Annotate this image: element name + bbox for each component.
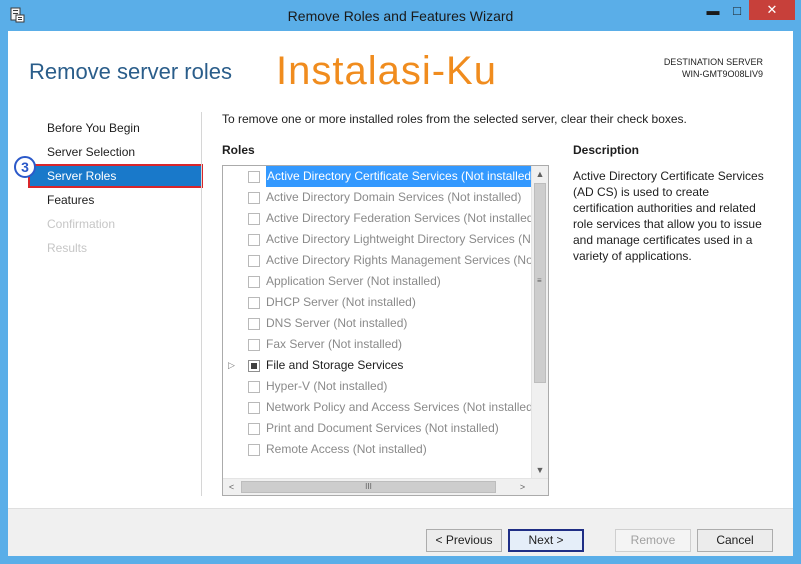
role-label: Remote Access (Not installed) [266,442,427,456]
page-title: Remove server roles [29,59,232,84]
wizard-client-area: Remove server roles Instalasi-Ku DESTINA… [8,31,793,556]
role-row[interactable]: Print and Document Services (Not install… [223,418,533,439]
role-row[interactable]: Active Directory Domain Services (Not in… [223,187,533,208]
role-checkbox [248,255,260,267]
description-heading: Description [573,143,640,157]
wizard-nav: Before You Begin Server Selection Server… [14,116,203,260]
role-checkbox [248,234,260,246]
window-title: Remove Roles and Features Wizard [287,8,514,24]
role-label: Fax Server (Not installed) [266,337,403,351]
vertical-scrollbar[interactable]: ▲ ≡ ▼ [531,166,548,479]
previous-button[interactable]: < Previous [426,529,502,552]
nav-item-results: Results [47,241,88,255]
cancel-button[interactable]: Cancel [697,529,773,552]
nav-item-confirmation: Confirmation [47,217,116,231]
nav-divider [201,112,202,496]
title-bar[interactable]: Remove Roles and Features Wizard ▬ □ ✕ [0,0,801,31]
role-row[interactable]: Active Directory Federation Services (No… [223,208,533,229]
role-checkbox [248,318,260,330]
role-checkbox [248,297,260,309]
roles-heading: Roles [222,143,255,157]
role-checkbox[interactable] [248,360,260,372]
scroll-right-icon[interactable]: > [514,479,531,495]
role-label: DHCP Server (Not installed) [266,295,416,309]
role-label: Hyper-V (Not installed) [266,379,388,393]
wizard-window: Remove Roles and Features Wizard ▬ □ ✕ R… [0,0,801,564]
roles-tree[interactable]: Active Directory Certificate Services (N… [222,165,549,496]
wizard-footer: < Previous Next > Remove Cancel [8,508,793,556]
role-label: Application Server (Not installed) [266,274,441,288]
destination-server-name: WIN-GMT9O08LIV9 [681,69,763,79]
role-label: File and Storage Services [266,358,404,372]
role-row[interactable]: Fax Server (Not installed) [223,334,533,355]
role-checkbox [248,213,260,225]
role-row[interactable]: Active Directory Rights Management Servi… [223,250,533,271]
role-checkbox [248,339,260,351]
role-checkbox [248,192,260,204]
expand-arrow-icon[interactable]: ▷ [228,355,238,376]
roles-list: Active Directory Certificate Services (N… [223,166,533,479]
role-checkbox [248,402,260,414]
role-row[interactable]: DNS Server (Not installed) [223,313,533,334]
close-button[interactable]: ✕ [749,0,795,20]
role-row[interactable]: Active Directory Certificate Services (N… [223,166,533,187]
next-button[interactable]: Next > [508,529,584,552]
role-label: Active Directory Federation Services (No… [266,211,533,225]
role-row[interactable]: Network Policy and Access Services (Not … [223,397,533,418]
role-checkbox [248,423,260,435]
nav-item-features[interactable]: Features [28,188,203,212]
role-row[interactable]: Application Server (Not installed) [223,271,533,292]
role-label: Active Directory Certificate Services (N… [266,166,533,187]
step-number-badge: 3 [14,156,36,178]
horizontal-scrollbar[interactable]: < III > [223,478,548,495]
minimize-button[interactable]: ▬ [701,0,725,20]
role-checkbox [248,171,260,183]
role-row[interactable]: ▷ File and Storage Services [223,355,533,376]
destination-server-label: DESTINATION SERVER [663,57,763,67]
role-checkbox [248,381,260,393]
window-controls: ▬ □ ✕ [701,0,795,22]
nav-item-server-selection[interactable]: Server Selection [28,140,203,164]
maximize-button[interactable]: □ [725,0,749,20]
role-row[interactable]: DHCP Server (Not installed) [223,292,533,313]
role-label: Network Policy and Access Services (Not … [266,400,533,414]
role-label: Print and Document Services (Not install… [266,421,499,435]
watermark-text: Instalasi-Ku [276,49,497,93]
nav-item-server-roles[interactable]: Server Roles [28,164,203,188]
role-checkbox [248,444,260,456]
role-label: DNS Server (Not installed) [266,316,408,330]
role-row[interactable]: Remote Access (Not installed) [223,439,533,460]
role-label: Active Directory Lightweight Directory S… [266,232,531,246]
description-text: Active Directory Certificate Services (A… [573,169,764,263]
scroll-up-icon[interactable]: ▲ [532,166,548,183]
role-row[interactable]: Active Directory Lightweight Directory S… [223,229,533,250]
scroll-down-icon[interactable]: ▼ [532,462,548,479]
role-checkbox [248,276,260,288]
horizontal-scroll-thumb[interactable]: III [241,481,496,493]
scroll-grip-icon: ≡ [537,276,542,285]
role-label: Active Directory Rights Management Servi… [266,253,533,267]
instructions-text: To remove one or more installed roles fr… [222,112,687,126]
role-row[interactable]: Hyper-V (Not installed) [223,376,533,397]
nav-item-before-you-begin[interactable]: Before You Begin [28,116,203,140]
role-label: Active Directory Domain Services (Not in… [266,190,522,204]
remove-button: Remove [615,529,691,552]
scroll-left-icon[interactable]: < [223,479,240,495]
vertical-scroll-thumb[interactable]: ≡ [534,183,546,383]
